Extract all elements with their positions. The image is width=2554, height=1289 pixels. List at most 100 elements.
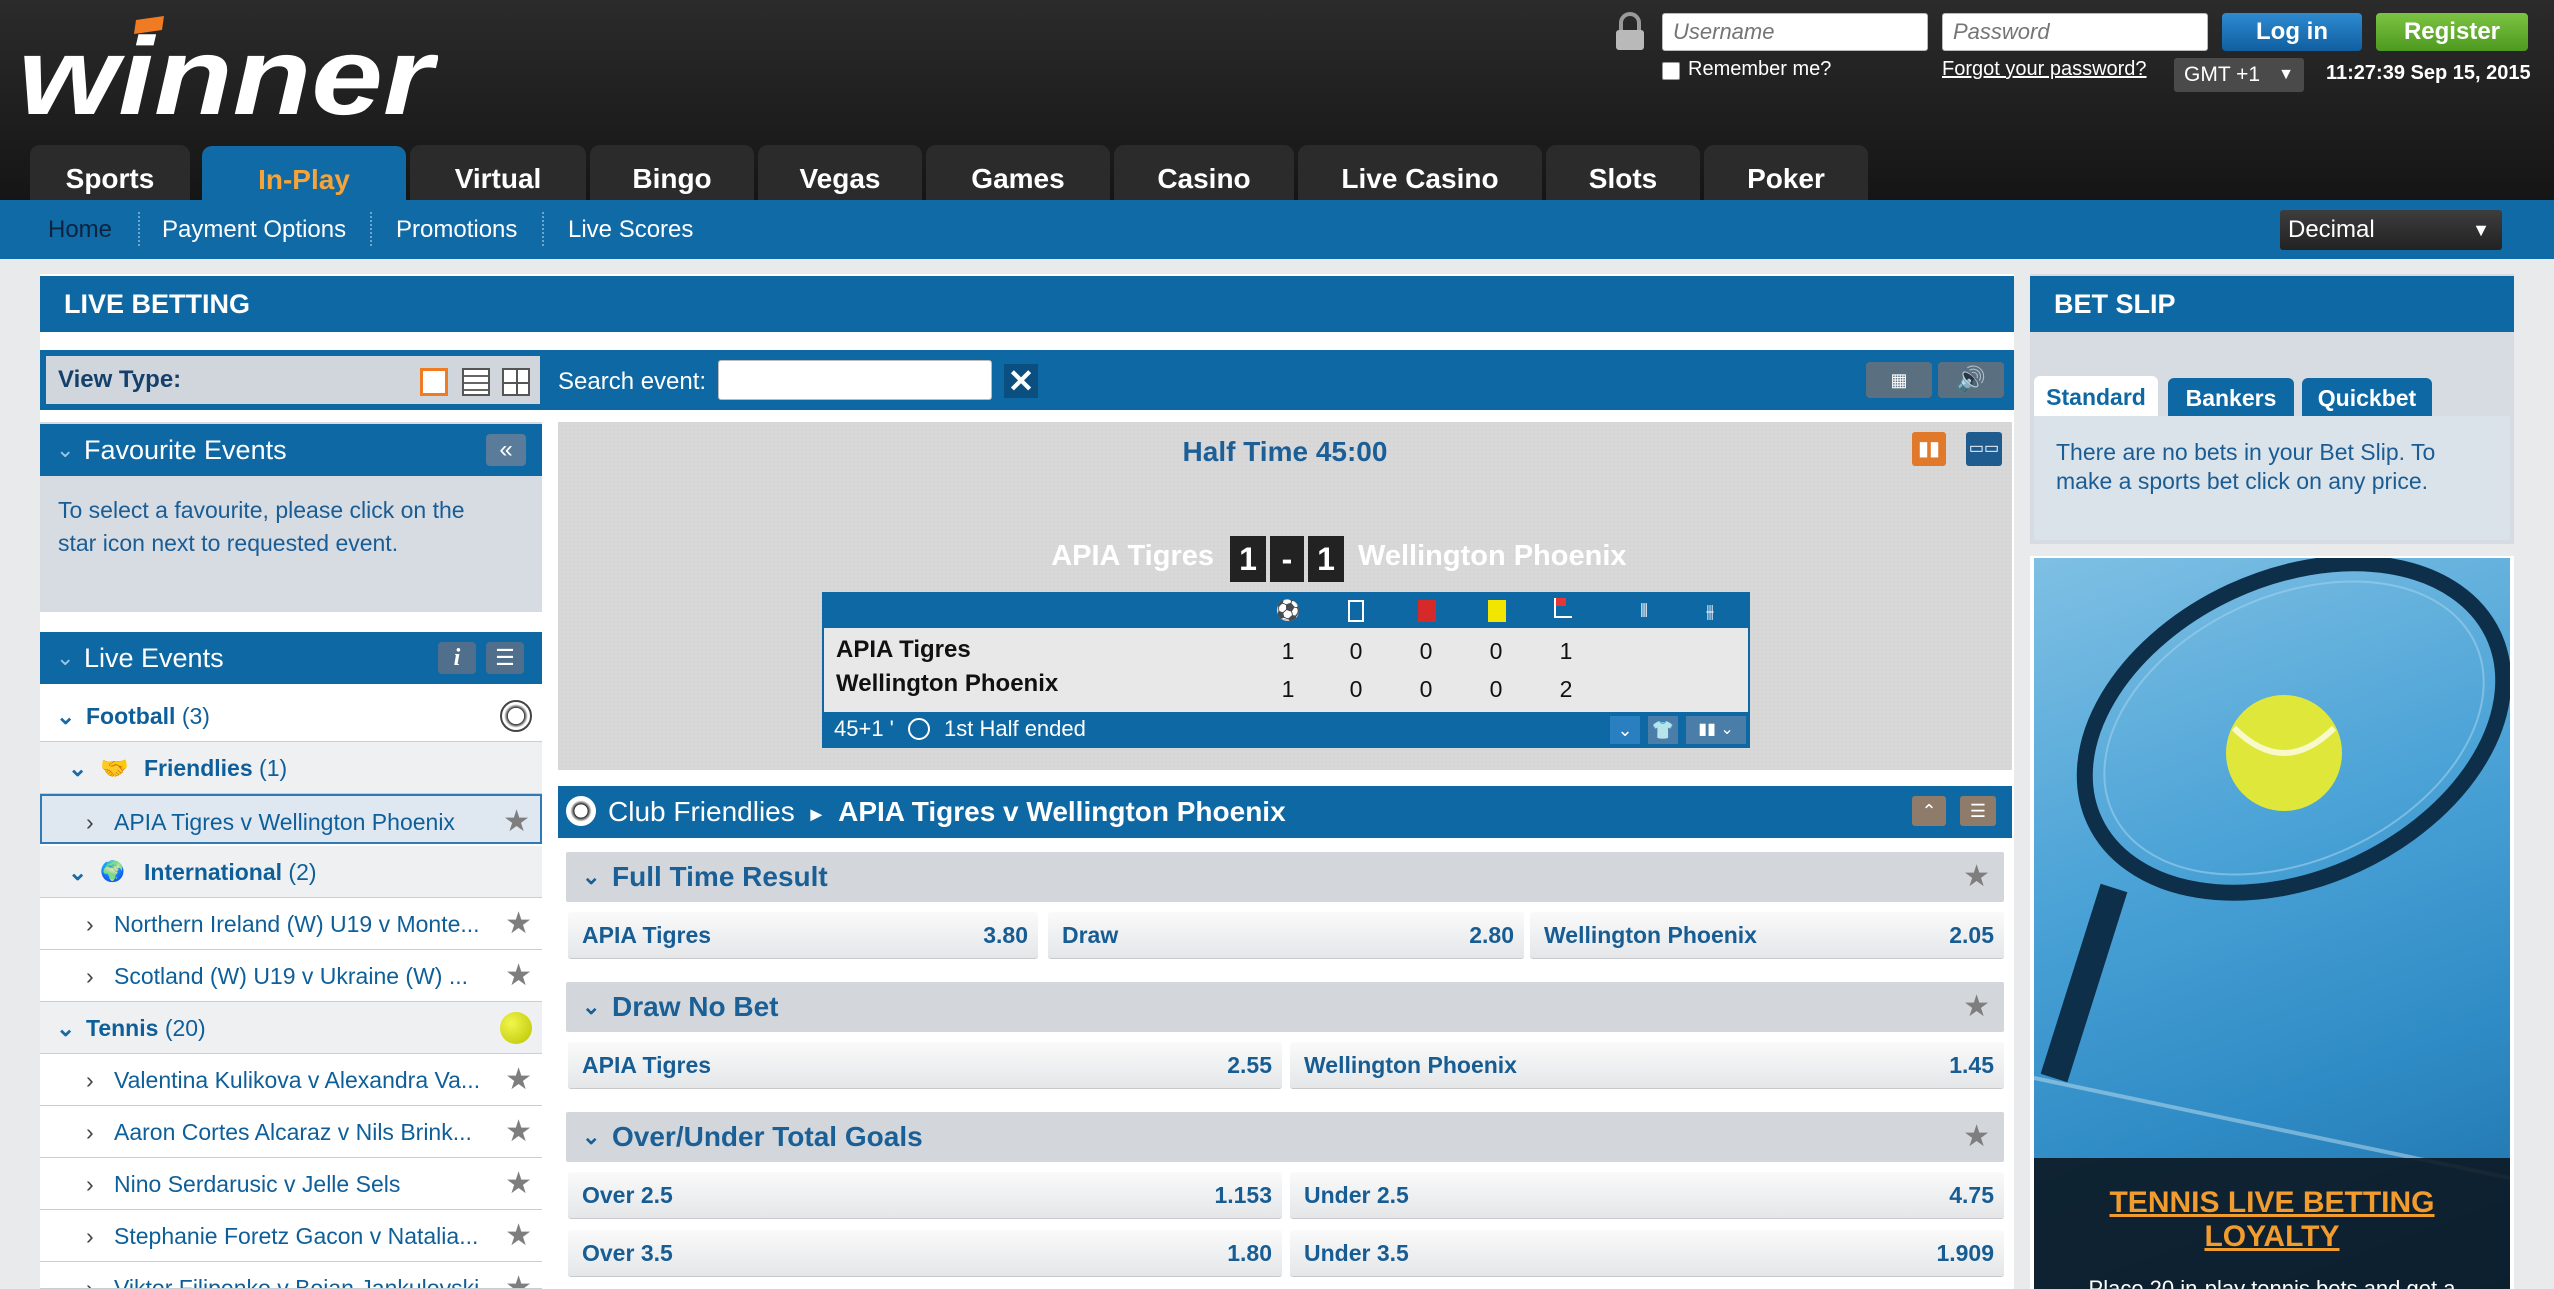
tennis-ball-icon (500, 1012, 532, 1044)
collapse-all-icon[interactable]: ☰ (486, 642, 524, 674)
subnav-payment-options[interactable]: Payment Options (162, 200, 346, 259)
star-icon[interactable]: ★ (505, 1262, 532, 1288)
tab-bingo[interactable]: Bingo (590, 145, 754, 200)
odds-format-select[interactable]: Decimal ▼ (2280, 210, 2502, 250)
chevron-down-icon[interactable]: ⌄ (1610, 716, 1640, 744)
selection-price: 1.80 (1227, 1240, 1272, 1266)
event-row[interactable]: › Stephanie Foretz Gacon v Natalia... ★ (40, 1210, 542, 1262)
collapse-market-icon[interactable]: ⌃ (1912, 796, 1946, 826)
star-icon[interactable]: ★ (505, 1054, 532, 1106)
arrow-right-icon: ► (806, 804, 827, 826)
betslip-message: There are no bets in your Bet Slip. To m… (2056, 439, 2436, 494)
star-icon[interactable]: ★ (505, 1210, 532, 1262)
event-row[interactable]: › Nino Serdarusic v Jelle Sels ★ (40, 1158, 542, 1210)
register-button[interactable]: Register (2376, 13, 2528, 51)
selection-name: Wellington Phoenix (1544, 922, 1757, 948)
betslip-tab-standard[interactable]: Standard (2034, 376, 2158, 416)
forgot-password-link[interactable]: Forgot your password? (1942, 58, 2147, 81)
sport-label: Football (86, 703, 176, 729)
sport-football[interactable]: ⌄ Football (3) (40, 690, 542, 742)
svg-text:winner: winner (18, 15, 438, 124)
market-title: Over/Under Total Goals (612, 1121, 923, 1152)
star-icon[interactable]: ★ (505, 1106, 532, 1158)
event-row[interactable]: › Aaron Cortes Alcaraz v Nils Brink... ★ (40, 1106, 542, 1158)
event-row[interactable]: › Scotland (W) U19 v Ukraine (W) ... ★ (40, 950, 542, 1002)
odds-button[interactable]: Draw 2.80 (1048, 912, 1524, 958)
sport-tennis[interactable]: ⌄ Tennis (20) (40, 1002, 542, 1054)
timezone-select[interactable]: GMT +1 ▼ (2174, 58, 2304, 92)
chevron-right-icon: › (86, 809, 94, 835)
sound-icon[interactable]: 🔊 (1938, 362, 2004, 398)
favourites-header[interactable]: ⌄ Favourite Events « (40, 424, 542, 476)
scoreboard-icon[interactable]: ▭▭ (1966, 432, 2002, 466)
winner-logo[interactable]: winner (18, 14, 438, 124)
event-name: Northern Ireland (W) U19 v Monte... (114, 911, 480, 937)
league-friendlies[interactable]: ⌄ 🤝 Friendlies (1) (40, 742, 542, 794)
selection-price: 2.55 (1227, 1052, 1272, 1078)
login-button[interactable]: Log in (2222, 13, 2362, 51)
password-input[interactable] (1942, 13, 2208, 51)
selection-price: 3.80 (983, 922, 1028, 948)
tab-casino[interactable]: Casino (1114, 145, 1294, 200)
remember-checkbox[interactable] (1662, 62, 1680, 80)
clear-search-icon[interactable]: ✕ (1004, 364, 1038, 398)
stats-chart-icon[interactable]: ▮▮ (1912, 432, 1946, 466)
odds-button[interactable]: Under 2.5 4.75 (1290, 1172, 2004, 1218)
odds-button[interactable]: APIA Tigres 3.80 (568, 912, 1038, 958)
shirt-icon[interactable]: 👕 (1648, 716, 1678, 744)
promo-title[interactable]: TENNIS LIVE BETTING LOYALTY (2034, 1186, 2510, 1254)
event-name: Aaron Cortes Alcaraz v Nils Brink... (114, 1119, 472, 1145)
star-icon[interactable]: ★ (1963, 982, 1990, 1032)
chevron-right-icon: › (86, 1119, 94, 1145)
divider (138, 212, 140, 246)
tab-sports[interactable]: Sports (30, 145, 190, 200)
star-icon[interactable]: ★ (1963, 852, 1990, 902)
tab-vegas[interactable]: Vegas (758, 145, 922, 200)
tab-in-play[interactable]: In-Play (202, 146, 406, 201)
tab-games[interactable]: Games (926, 145, 1110, 200)
live-events-header[interactable]: ⌄ Live Events i ☰ (40, 632, 542, 684)
betslip-tab-bankers[interactable]: Bankers (2168, 378, 2294, 416)
username-input[interactable] (1662, 13, 1928, 51)
event-row[interactable]: › Northern Ireland (W) U19 v Monte... ★ (40, 898, 542, 950)
subnav-promotions[interactable]: Promotions (396, 200, 517, 259)
market-draw-no-bet[interactable]: ⌄ Draw No Bet ★ (566, 982, 2004, 1032)
list-view-icon[interactable] (462, 368, 490, 396)
collapse-icon[interactable]: « (486, 434, 526, 466)
yellow-card-icon (1488, 600, 1506, 622)
star-icon[interactable]: ★ (1963, 1112, 1990, 1162)
subnav-home[interactable]: Home (48, 200, 112, 259)
odds-button[interactable]: Wellington Phoenix 1.45 (1290, 1042, 2004, 1088)
subnav-live-scores[interactable]: Live Scores (568, 200, 693, 259)
tab-poker[interactable]: Poker (1704, 145, 1868, 200)
market-full-time-result[interactable]: ⌄ Full Time Result ★ (566, 852, 2004, 902)
substitution-icon (1348, 600, 1364, 622)
tab-live-casino[interactable]: Live Casino (1298, 145, 1542, 200)
event-row-selected[interactable]: › APIA Tigres v Wellington Phoenix ★ (40, 794, 542, 844)
chart-dropdown-icon[interactable]: ▮▮ ⌄ (1686, 716, 1746, 744)
expand-all-icon[interactable]: ☰ (1960, 796, 1996, 826)
odds-button[interactable]: Wellington Phoenix 2.05 (1530, 912, 2004, 958)
info-icon[interactable]: i (438, 642, 476, 674)
odds-button[interactable]: Over 2.5 1.153 (568, 1172, 1282, 1218)
odds-button[interactable]: APIA Tigres 2.55 (568, 1042, 1282, 1088)
star-icon[interactable]: ★ (503, 796, 530, 848)
promo-banner[interactable]: TENNIS LIVE BETTING LOYALTY Place 20 in-… (2034, 558, 2510, 1289)
single-view-icon[interactable] (420, 368, 448, 396)
event-row[interactable]: › Valentina Kulikova v Alexandra Va... ★ (40, 1054, 542, 1106)
event-row[interactable]: › Viktor Filipenko v Bojan Jankulovski ★ (40, 1262, 542, 1289)
tab-slots[interactable]: Slots (1546, 145, 1700, 200)
star-icon[interactable]: ★ (505, 898, 532, 950)
star-icon[interactable]: ★ (505, 950, 532, 1002)
odds-button[interactable]: Under 3.5 1.909 (1290, 1230, 2004, 1276)
grid-view-icon[interactable] (502, 368, 530, 396)
search-event-input[interactable] (718, 360, 992, 400)
odds-button[interactable]: Over 3.5 1.80 (568, 1230, 1282, 1276)
calendar-icon[interactable]: ▦ (1866, 362, 1932, 398)
home-team: APIA Tigres (1051, 540, 1214, 572)
market-over-under[interactable]: ⌄ Over/Under Total Goals ★ (566, 1112, 2004, 1162)
tab-virtual[interactable]: Virtual (410, 145, 586, 200)
league-international[interactable]: ⌄ 🌍 International (2) (40, 846, 542, 898)
betslip-tab-quickbet[interactable]: Quickbet (2302, 378, 2432, 416)
star-icon[interactable]: ★ (505, 1158, 532, 1210)
